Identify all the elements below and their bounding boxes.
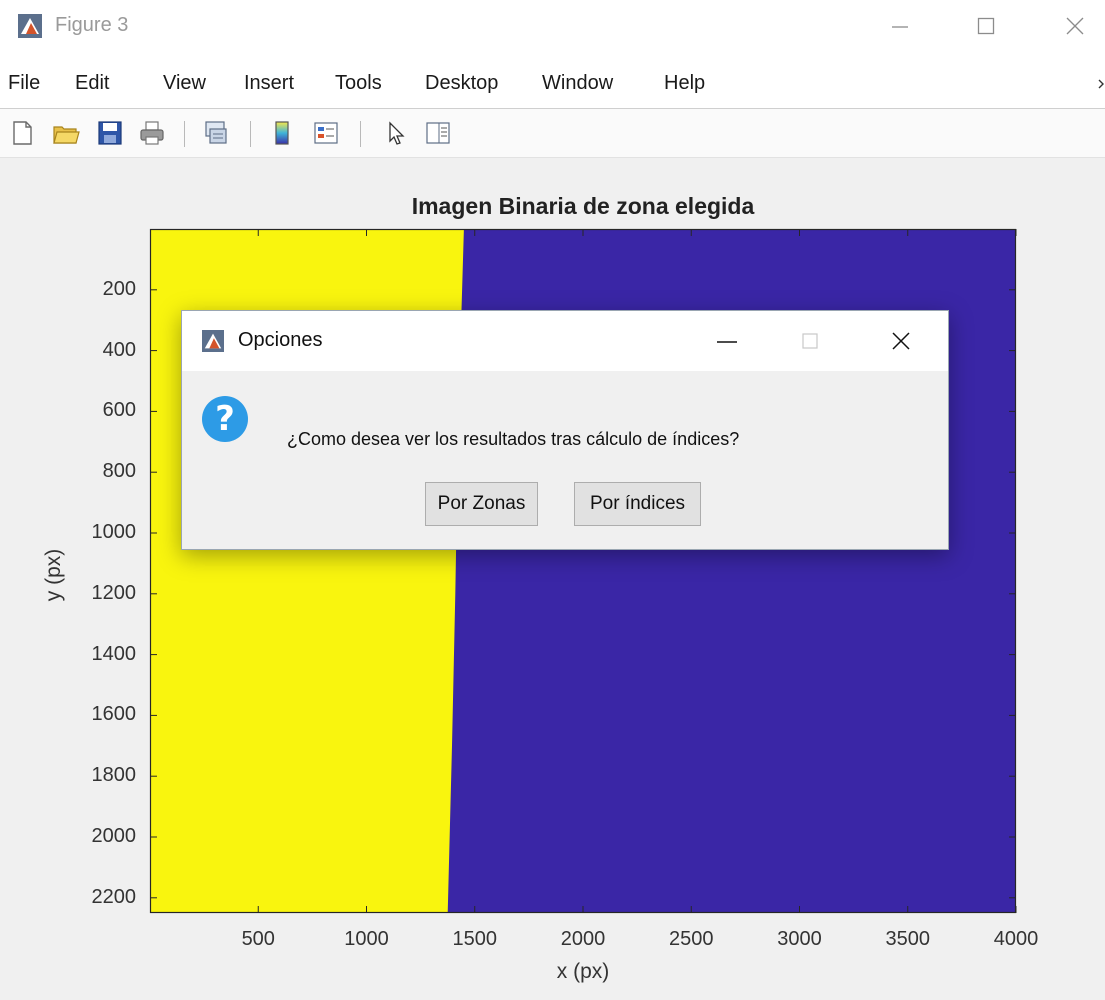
question-icon: ? — [202, 396, 248, 442]
por-zonas-button[interactable]: Por Zonas — [425, 482, 538, 526]
maximize-icon — [977, 17, 995, 35]
legend-icon[interactable] — [312, 119, 340, 147]
x-tick-label: 3500 — [885, 928, 931, 950]
dialog-title: Opciones — [238, 329, 323, 351]
menu-desktop[interactable]: Desktop — [425, 72, 498, 95]
maximize-icon — [802, 333, 818, 349]
property-inspector-icon[interactable] — [424, 119, 452, 147]
y-tick-label: 2200 — [91, 885, 137, 908]
menu-edit[interactable]: Edit — [75, 72, 109, 95]
y-tick-label: 200 — [102, 277, 136, 300]
menu-tools[interactable]: Tools — [335, 72, 382, 95]
x-tick-label: 2000 — [560, 928, 606, 950]
menu-file[interactable]: File — [8, 72, 40, 95]
y-tick-label: 1600 — [91, 703, 137, 726]
window-titlebar: Figure 3 — [0, 0, 1105, 56]
y-tick-label: 800 — [102, 460, 136, 483]
dialog-titlebar: Opciones — [182, 311, 948, 371]
close-button[interactable] — [1055, 10, 1095, 42]
y-tick-label: 600 — [102, 399, 136, 422]
maximize-button[interactable] — [966, 10, 1006, 42]
dialog-close-button[interactable] — [883, 325, 919, 357]
close-icon — [892, 332, 910, 350]
x-tick-label: 1000 — [344, 928, 389, 950]
close-icon — [1066, 17, 1084, 35]
x-tick-label: 2500 — [669, 928, 714, 950]
y-tick-label: 2000 — [91, 825, 137, 847]
x-tick-label: 4000 — [993, 928, 1039, 950]
menu-help[interactable]: Help — [664, 72, 705, 95]
matlab-logo-icon — [202, 330, 224, 352]
menu-insert[interactable]: Insert — [244, 72, 294, 95]
minimize-icon — [892, 26, 908, 28]
menubar: File Edit View Insert Tools Desktop Wind… — [0, 56, 1105, 109]
colorbar-icon[interactable] — [268, 119, 296, 147]
minimize-button[interactable] — [880, 10, 920, 42]
x-axis-label: x (px) — [556, 960, 610, 983]
toolbar-separator — [184, 121, 185, 147]
dialog-maximize-button — [792, 325, 828, 357]
window-title: Figure 3 — [55, 14, 129, 36]
dialog-minimize-button[interactable] — [709, 325, 745, 357]
save-icon[interactable] — [96, 119, 124, 147]
menu-view[interactable]: View — [163, 72, 206, 95]
print-icon[interactable] — [138, 119, 166, 147]
y-tick-label: 1000 — [91, 521, 137, 543]
y-axis-label: y (px) — [42, 548, 65, 602]
open-file-icon[interactable] — [52, 119, 80, 147]
new-figure-icon[interactable] — [8, 119, 36, 147]
toolbar-separator — [250, 121, 251, 147]
y-tick-label: 1800 — [91, 764, 137, 787]
link-plot-icon[interactable] — [202, 119, 230, 147]
minimize-icon — [717, 341, 737, 343]
toolbar-separator — [360, 121, 361, 147]
dialog-message: ¿Como desea ver los resultados tras cálc… — [287, 429, 740, 449]
options-dialog: Opciones ? ¿Como desea ver los resultado… — [181, 310, 949, 550]
x-tick-label: 500 — [241, 928, 275, 950]
y-tick-label: 1200 — [91, 581, 137, 604]
figure-toolbar — [0, 109, 1105, 158]
y-tick-label: 1400 — [91, 642, 137, 665]
x-tick-label: 3000 — [777, 928, 822, 950]
matlab-logo-icon — [18, 14, 42, 38]
menu-window[interactable]: Window — [542, 72, 613, 95]
y-tick-label: 400 — [102, 338, 136, 361]
menubar-overflow-icon[interactable] — [1097, 76, 1105, 92]
x-tick-label: 1500 — [452, 928, 498, 950]
por-indices-button[interactable]: Por índices — [574, 482, 701, 526]
select-arrow-icon[interactable] — [382, 119, 410, 147]
plot-title: Imagen Binaria de zona elegida — [411, 193, 755, 219]
